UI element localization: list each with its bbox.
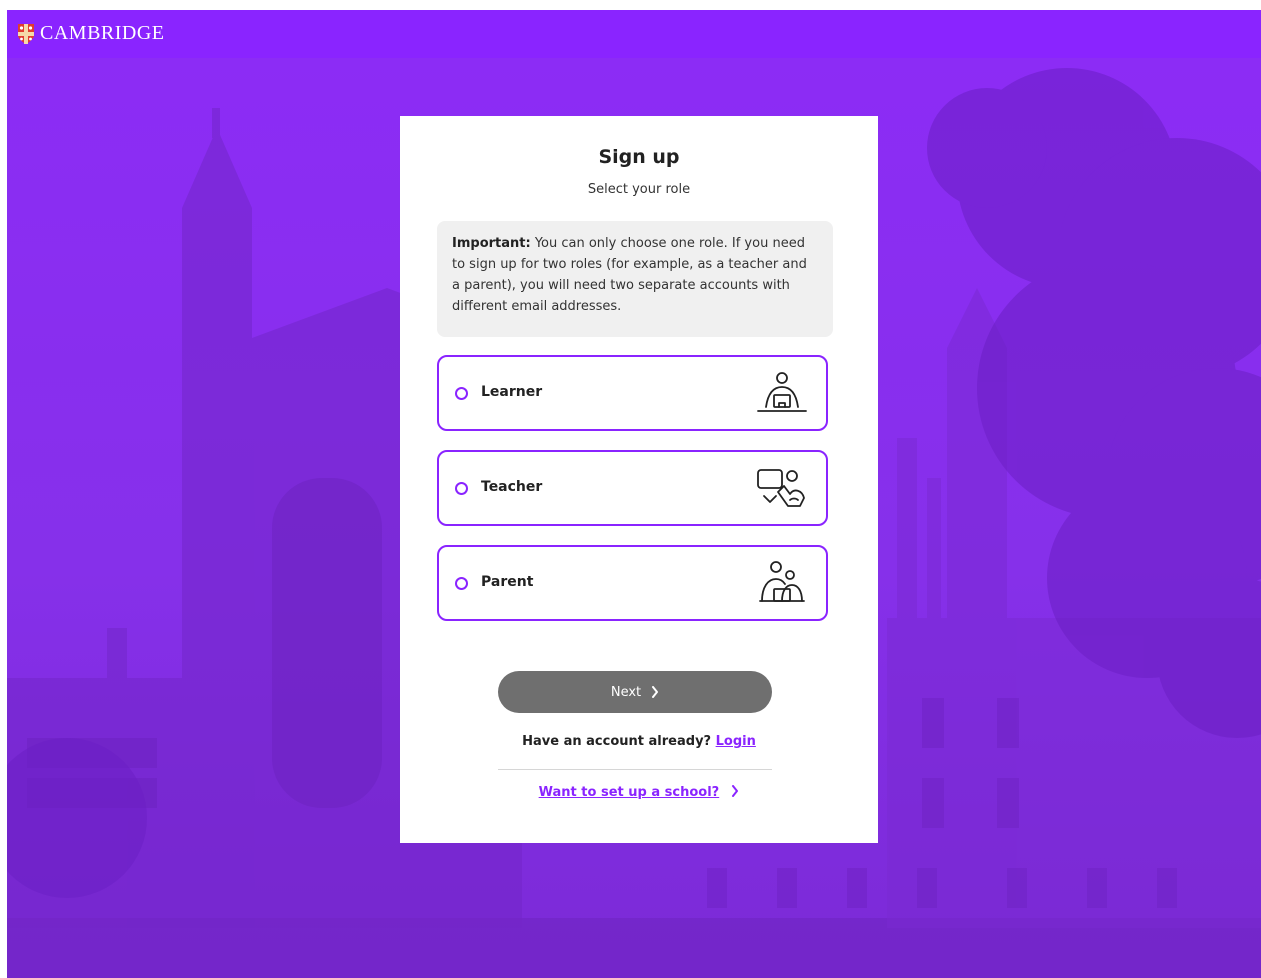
parent-icon bbox=[759, 561, 805, 602]
role-label-learner: Learner bbox=[481, 384, 543, 400]
top-bar: CAMBRIDGE bbox=[7, 10, 1261, 58]
role-option-learner[interactable]: Learner bbox=[437, 355, 828, 431]
setup-school-link[interactable]: Want to set up a school? bbox=[539, 785, 720, 800]
chevron-right-icon bbox=[652, 686, 659, 698]
login-prompt: Have an account already? bbox=[522, 734, 712, 749]
cambridge-shield-icon bbox=[18, 23, 34, 44]
important-notice: Important: You can only choose one role.… bbox=[437, 221, 833, 337]
login-link[interactable]: Login bbox=[716, 734, 756, 749]
learner-radio[interactable] bbox=[455, 387, 468, 400]
teacher-icon bbox=[757, 469, 805, 507]
role-label-parent: Parent bbox=[481, 574, 534, 590]
signup-card: Sign up Select your role Important: You … bbox=[400, 116, 878, 843]
role-option-parent[interactable]: Parent bbox=[437, 545, 828, 621]
page-frame: CAMBRIDGE Sign up Select your role Impor… bbox=[7, 10, 1261, 978]
login-row: Have an account already? Login bbox=[400, 734, 878, 749]
page-title: Sign up bbox=[598, 146, 680, 168]
brand-name: CAMBRIDGE bbox=[40, 22, 165, 44]
next-label: Next bbox=[610, 684, 642, 700]
notice-label: Important: bbox=[452, 236, 531, 251]
page-subtitle: Select your role bbox=[587, 182, 691, 197]
role-label-teacher: Teacher bbox=[481, 479, 543, 495]
school-row: Want to set up a school? bbox=[400, 785, 878, 800]
chevron-right-icon[interactable] bbox=[731, 785, 739, 797]
divider bbox=[498, 769, 772, 770]
learner-icon bbox=[757, 372, 807, 412]
next-button[interactable]: Next bbox=[498, 671, 772, 713]
parent-radio[interactable] bbox=[455, 577, 468, 590]
teacher-radio[interactable] bbox=[455, 482, 468, 495]
cambridge-logo[interactable]: CAMBRIDGE bbox=[18, 22, 165, 45]
role-option-teacher[interactable]: Teacher bbox=[437, 450, 828, 526]
